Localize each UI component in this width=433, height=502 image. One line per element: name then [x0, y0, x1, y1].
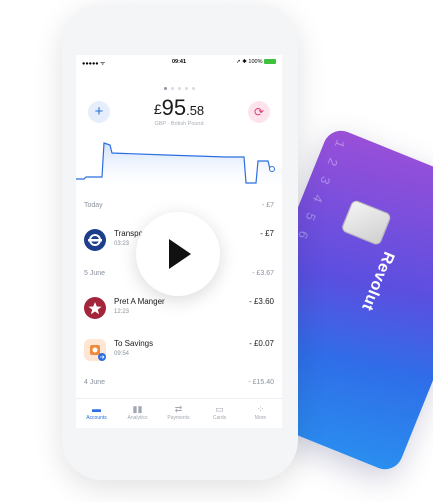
account-pager[interactable]	[76, 77, 282, 95]
savings-icon	[84, 339, 106, 361]
transaction-amount: - £0.07	[249, 339, 274, 348]
card-brand: Revolut	[358, 249, 398, 314]
pager-dot[interactable]	[184, 87, 188, 90]
tab-more[interactable]: ⁘ More	[240, 403, 281, 421]
pret-star-icon	[84, 297, 106, 319]
balance-integer: 95	[161, 95, 187, 120]
tab-payments[interactable]: ⇄ Payments	[158, 403, 199, 421]
section-total: - £3.67	[252, 270, 274, 277]
pager-dot[interactable]	[177, 87, 181, 90]
status-bar: ●●●●● ᯤ 09:41 ➚ ✱ 100%	[76, 55, 282, 69]
transaction-time: 12:23	[114, 309, 130, 315]
tab-bar: ▬ Accounts ▮▮ Analytics ⇄ Payments ▭ Cards ⁘…	[76, 398, 282, 428]
battery-icon	[264, 59, 276, 65]
pager-dot[interactable]	[191, 87, 195, 90]
transaction-name: To Savings	[114, 339, 154, 348]
section-total: - £15.40	[248, 379, 274, 386]
card-chip-icon	[340, 198, 393, 247]
tab-analytics[interactable]: ▮▮ Analytics	[117, 403, 158, 421]
tab-cards[interactable]: ▭ Cards	[199, 403, 240, 421]
play-icon	[169, 239, 191, 269]
card-number: 1 2 3 4 5 6	[293, 137, 348, 243]
pager-dot[interactable]	[170, 87, 174, 90]
section-total: - £7	[261, 202, 274, 209]
transaction-name: Pret A Manger	[114, 297, 165, 306]
tab-accounts[interactable]: ▬ Accounts	[76, 403, 117, 421]
balance-area	[76, 143, 282, 191]
section-header: Today - £7	[84, 202, 274, 209]
transaction-row[interactable]: To Savings 09:54 - £0.07	[84, 337, 274, 367]
bar-chart-icon: ▮▮	[132, 404, 143, 414]
transfer-icon: ⇄	[174, 404, 183, 414]
section-header: 4 June - £15.40	[84, 379, 274, 386]
more-icon: ⁘	[256, 404, 265, 414]
exchange-icon: ⟳	[253, 105, 265, 119]
exchange-button[interactable]: ⟳	[248, 101, 270, 123]
balance-chart-marker	[269, 166, 275, 172]
transaction-amount: - £7	[260, 229, 274, 238]
transaction-amount: - £3.60	[249, 297, 274, 306]
balance-chart	[76, 142, 282, 191]
balance-decimal: .58	[186, 103, 205, 118]
play-video-button[interactable]	[136, 212, 220, 296]
section-date: 4 June	[84, 379, 106, 386]
currency-name: GBP · British Pound	[154, 121, 204, 127]
transaction-time: 03:23	[114, 241, 130, 247]
pager-dot[interactable]	[163, 87, 167, 90]
card-icon: ▭	[215, 404, 224, 414]
transaction-time: 09:54	[114, 351, 130, 357]
status-indicators: ➚ ✱ 100%	[236, 59, 276, 65]
transport-icon	[84, 229, 106, 251]
wallet-icon: ▬	[92, 404, 101, 414]
transaction-row[interactable]: Pret A Manger 12:23 - £3.60	[84, 295, 274, 325]
section-date: Today	[84, 202, 103, 209]
currency-symbol: £	[153, 101, 162, 117]
section-date: 5 June	[84, 270, 106, 277]
